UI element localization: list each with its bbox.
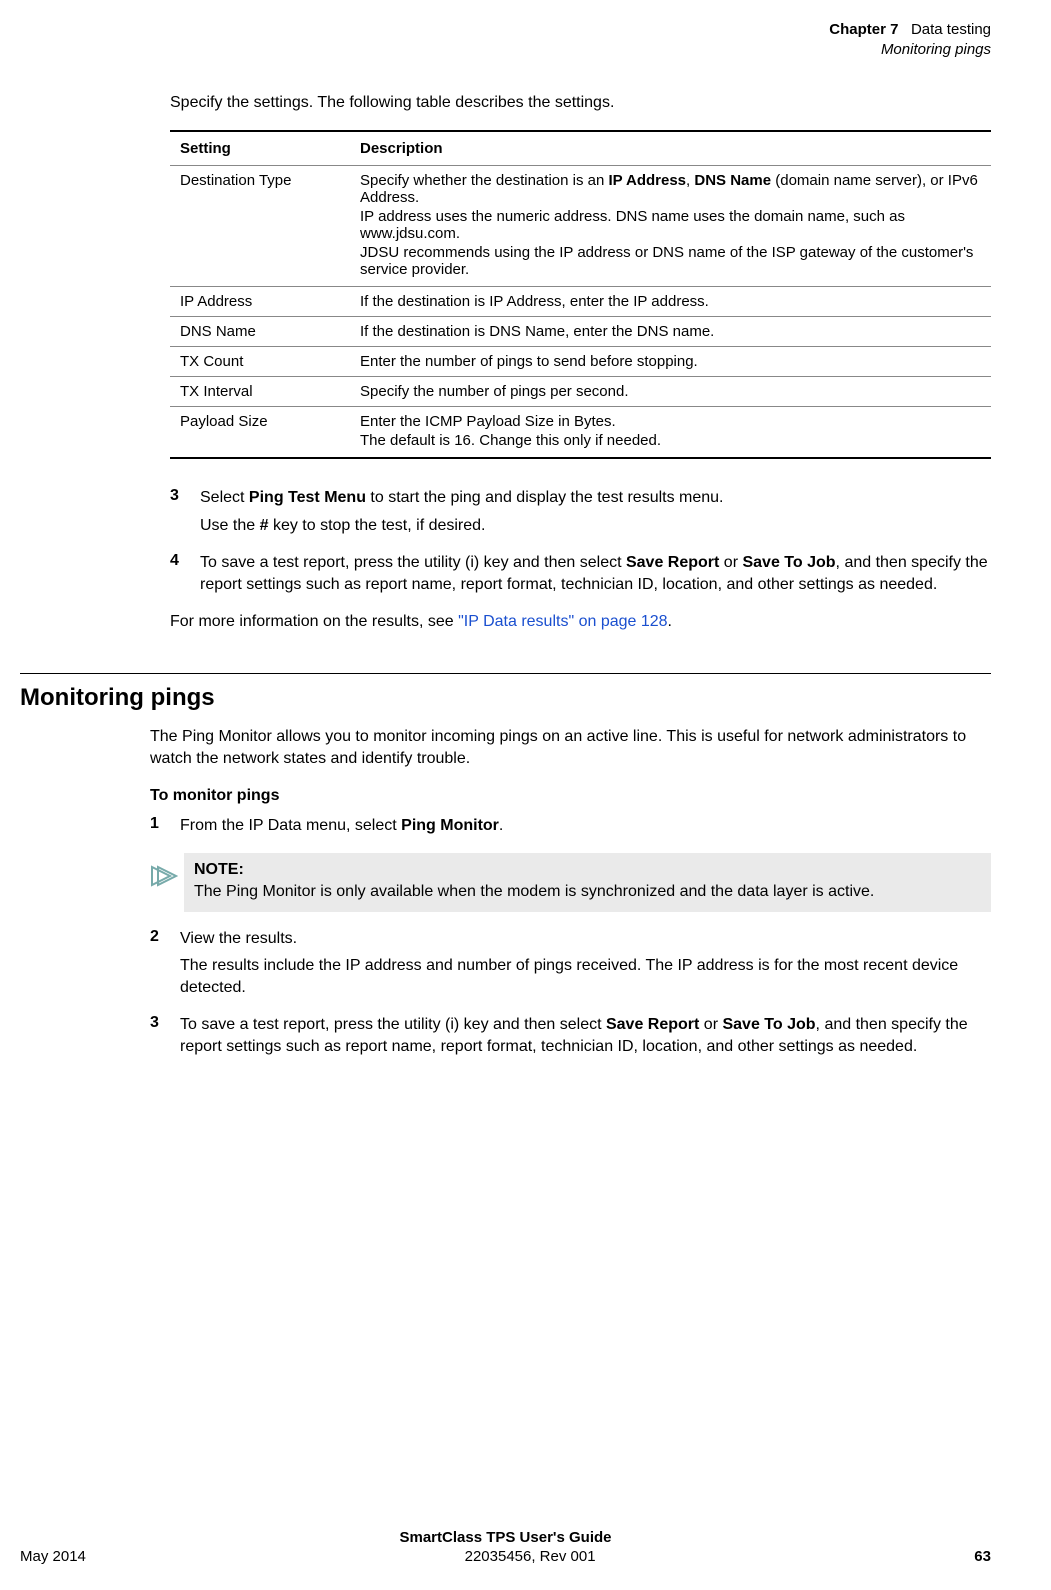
table-row: TX Count Enter the number of pings to se… (170, 347, 991, 377)
xref-link[interactable]: "IP Data results" on page 128 (458, 613, 667, 630)
cell-description: If the destination is IP Address, enter … (350, 287, 991, 317)
footer-docid: 22035456, Rev 001 (465, 1548, 596, 1565)
cell-description: Enter the ICMP Payload Size in Bytes. Th… (350, 407, 991, 459)
table-row: Payload Size Enter the ICMP Payload Size… (170, 407, 991, 459)
note-body: The Ping Monitor is only available when … (194, 881, 981, 903)
footer-title: SmartClass TPS User's Guide (20, 1529, 991, 1546)
footer-date: May 2014 (20, 1548, 86, 1565)
step-number: 3 (170, 487, 200, 536)
footer-page-number: 63 (974, 1548, 991, 1565)
monitor-step-3: 3 To save a test report, press the utili… (150, 1014, 991, 1057)
table-row: TX Interval Specify the number of pings … (170, 377, 991, 407)
step-number: 2 (150, 928, 180, 999)
step-number: 1 (150, 815, 180, 837)
settings-table: Setting Description Destination Type Spe… (170, 130, 991, 459)
section-intro: The Ping Monitor allows you to monitor i… (150, 726, 991, 769)
note-title: NOTE: (194, 859, 981, 881)
monitor-step-2: 2 View the results. The results include … (150, 928, 991, 999)
cell-setting: Payload Size (170, 407, 350, 459)
cell-description: Enter the number of pings to send before… (350, 347, 991, 377)
th-setting: Setting (170, 131, 350, 166)
cell-setting: IP Address (170, 287, 350, 317)
th-description: Description (350, 131, 991, 166)
chapter-label: Chapter 7 (829, 21, 898, 38)
cell-setting: Destination Type (170, 166, 350, 287)
intro-text: Specify the settings. The following tabl… (170, 94, 991, 112)
section-divider (20, 673, 991, 674)
table-row: IP Address If the destination is IP Addr… (170, 287, 991, 317)
section-heading: Monitoring pings (20, 684, 991, 712)
cell-setting: TX Count (170, 347, 350, 377)
cell-description: Specify the number of pings per second. (350, 377, 991, 407)
step-number: 4 (170, 552, 200, 595)
step-body: View the results. The results include th… (180, 928, 991, 999)
table-row: DNS Name If the destination is DNS Name,… (170, 317, 991, 347)
step-body: To save a test report, press the utility… (180, 1014, 991, 1057)
cell-setting: TX Interval (170, 377, 350, 407)
chapter-title: Data testing (903, 21, 991, 38)
step-4: 4 To save a test report, press the utili… (170, 552, 991, 595)
header-section-title: Monitoring pings (20, 40, 991, 60)
page-header: Chapter 7 Data testing Monitoring pings (20, 20, 991, 59)
step-body: Select Ping Test Menu to start the ping … (200, 487, 991, 536)
subheading: To monitor pings (150, 787, 991, 805)
note-block: NOTE: The Ping Monitor is only available… (150, 853, 991, 912)
step-number: 3 (150, 1014, 180, 1057)
cell-setting: DNS Name (170, 317, 350, 347)
step-3: 3 Select Ping Test Menu to start the pin… (170, 487, 991, 536)
table-row: Destination Type Specify whether the des… (170, 166, 991, 287)
page-footer: SmartClass TPS User's Guide May 2014 220… (20, 1529, 991, 1565)
monitor-step-1: 1 From the IP Data menu, select Ping Mon… (150, 815, 991, 837)
note-icon (150, 853, 184, 892)
cell-description: Specify whether the destination is an IP… (350, 166, 991, 287)
step-body: From the IP Data menu, select Ping Monit… (180, 815, 991, 837)
step-body: To save a test report, press the utility… (200, 552, 991, 595)
more-info: For more information on the results, see… (170, 611, 991, 633)
cell-description: If the destination is DNS Name, enter th… (350, 317, 991, 347)
